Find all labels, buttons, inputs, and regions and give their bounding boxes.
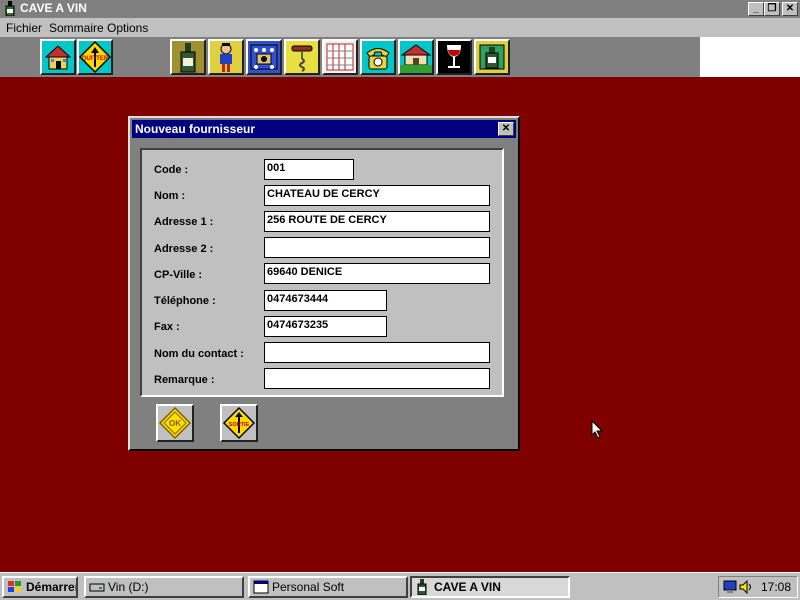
start-button[interactable]: Démarrer (2, 576, 78, 598)
new-supplier-dialog: Nouveau fournisseur ✕ Code : 001 Nom : C… (128, 116, 520, 451)
fax-field[interactable]: 0474673235 (264, 316, 387, 337)
adresse2-field[interactable] (264, 237, 490, 258)
person-toolbar-button[interactable] (208, 39, 244, 75)
wine-glass-icon (447, 45, 461, 68)
code-label: Code : (154, 164, 189, 176)
code-field[interactable]: 001 (264, 159, 354, 180)
toolbar-blank-area (700, 37, 800, 77)
phone-icon (366, 48, 390, 70)
task-personal-soft[interactable]: Personal Soft (248, 576, 408, 598)
system-tray: 17:08 (718, 576, 798, 598)
menu-sommaire[interactable]: Sommaire (49, 21, 104, 35)
windows-logo-icon (8, 581, 21, 592)
telephone-label: Téléphone : (154, 295, 216, 307)
quit-toolbar-button[interactable]: QUITTER (77, 39, 113, 75)
drive-icon (89, 583, 105, 592)
dialog-title: Nouveau fournisseur (135, 122, 256, 136)
sortie-sign-text: SORTIE (229, 422, 250, 428)
corkscrew-toolbar-button[interactable] (284, 39, 320, 75)
cellar-icon (250, 44, 278, 70)
menu-fichier[interactable]: Fichier (6, 21, 42, 35)
dialog-close-button[interactable]: ✕ (498, 122, 514, 136)
task-label: Vin (D:) (108, 580, 149, 594)
cpville-field[interactable]: 69640 DENICE (264, 263, 490, 284)
menu-options[interactable]: Options (107, 21, 148, 35)
task-cave-a-vin[interactable]: CAVE A VIN (410, 576, 570, 598)
contact-field[interactable] (264, 342, 490, 363)
mouse-cursor-icon (591, 420, 603, 439)
bottle-label-icon (479, 44, 505, 70)
wine-bottle-icon (5, 1, 15, 16)
adresse1-field[interactable]: 256 ROUTE DE CERCY (264, 211, 490, 232)
sortie-button[interactable]: SORTIE (220, 404, 258, 442)
volume-icon[interactable] (739, 580, 753, 594)
nom-field[interactable]: CHATEAU DE CERCY (264, 185, 490, 206)
person-icon (220, 43, 232, 72)
close-button[interactable]: ✕ (782, 2, 798, 16)
menu-bar: Fichier Sommaire Options (0, 18, 800, 37)
app-title: CAVE A VIN (20, 1, 87, 15)
bottle-label-toolbar-button[interactable] (474, 39, 510, 75)
nom-label: Nom : (154, 190, 186, 202)
taskbar: Démarrer Vin (D:) Personal Soft CAVE A V… (0, 572, 800, 600)
ok-sign-text: OK (169, 419, 181, 428)
contact-label: Nom du contact : (154, 348, 244, 360)
dialog-title-bar: Nouveau fournisseur ✕ (132, 120, 516, 138)
task-label: Personal Soft (272, 580, 345, 594)
exit-sign-icon: SORTIE (222, 406, 256, 440)
start-label: Démarrer (26, 580, 78, 594)
app-title-bar: CAVE A VIN _ ❐ ✕ (0, 0, 800, 18)
ok-sign-icon: OK (158, 406, 192, 440)
adresse1-label: Adresse 1 : (154, 216, 214, 228)
display-settings-icon[interactable] (723, 580, 737, 594)
task-label: CAVE A VIN (434, 580, 501, 594)
task-vin-drive[interactable]: Vin (D:) (84, 576, 244, 598)
estate-house-icon (400, 44, 432, 73)
cellar-toolbar-button[interactable] (246, 39, 282, 75)
clock: 17:08 (760, 580, 791, 594)
toolbar: QUITTER (0, 37, 800, 77)
wine-bottle-icon (417, 579, 427, 595)
ok-button[interactable]: OK (156, 404, 194, 442)
quit-sign-icon: QUITTER (79, 41, 111, 73)
home-toolbar-button[interactable] (40, 39, 76, 75)
list-toolbar-button[interactable] (322, 39, 358, 75)
remarque-field[interactable] (264, 368, 490, 389)
supplier-form: Code : 001 Nom : CHATEAU DE CERCY Adress… (140, 148, 504, 397)
minimize-button[interactable]: _ (748, 2, 764, 16)
remarque-label: Remarque : (154, 374, 215, 386)
fax-label: Fax : (154, 321, 180, 333)
quit-sign-text: QUITTER (82, 56, 109, 62)
estate-toolbar-button[interactable] (398, 39, 434, 75)
house-icon (44, 45, 72, 70)
wine-bottle-toolbar-button[interactable] (170, 39, 206, 75)
window-icon (253, 580, 269, 594)
wine-glass-toolbar-button[interactable] (436, 39, 472, 75)
list-icon (326, 43, 354, 71)
corkscrew-icon (291, 45, 313, 72)
telephone-field[interactable]: 0474673444 (264, 290, 387, 311)
phone-toolbar-button[interactable] (360, 39, 396, 75)
restore-button[interactable]: ❐ (764, 2, 780, 16)
cpville-label: CP-Ville : (154, 269, 203, 281)
wine-bottle-icon (180, 43, 196, 73)
adresse2-label: Adresse 2 : (154, 243, 214, 255)
